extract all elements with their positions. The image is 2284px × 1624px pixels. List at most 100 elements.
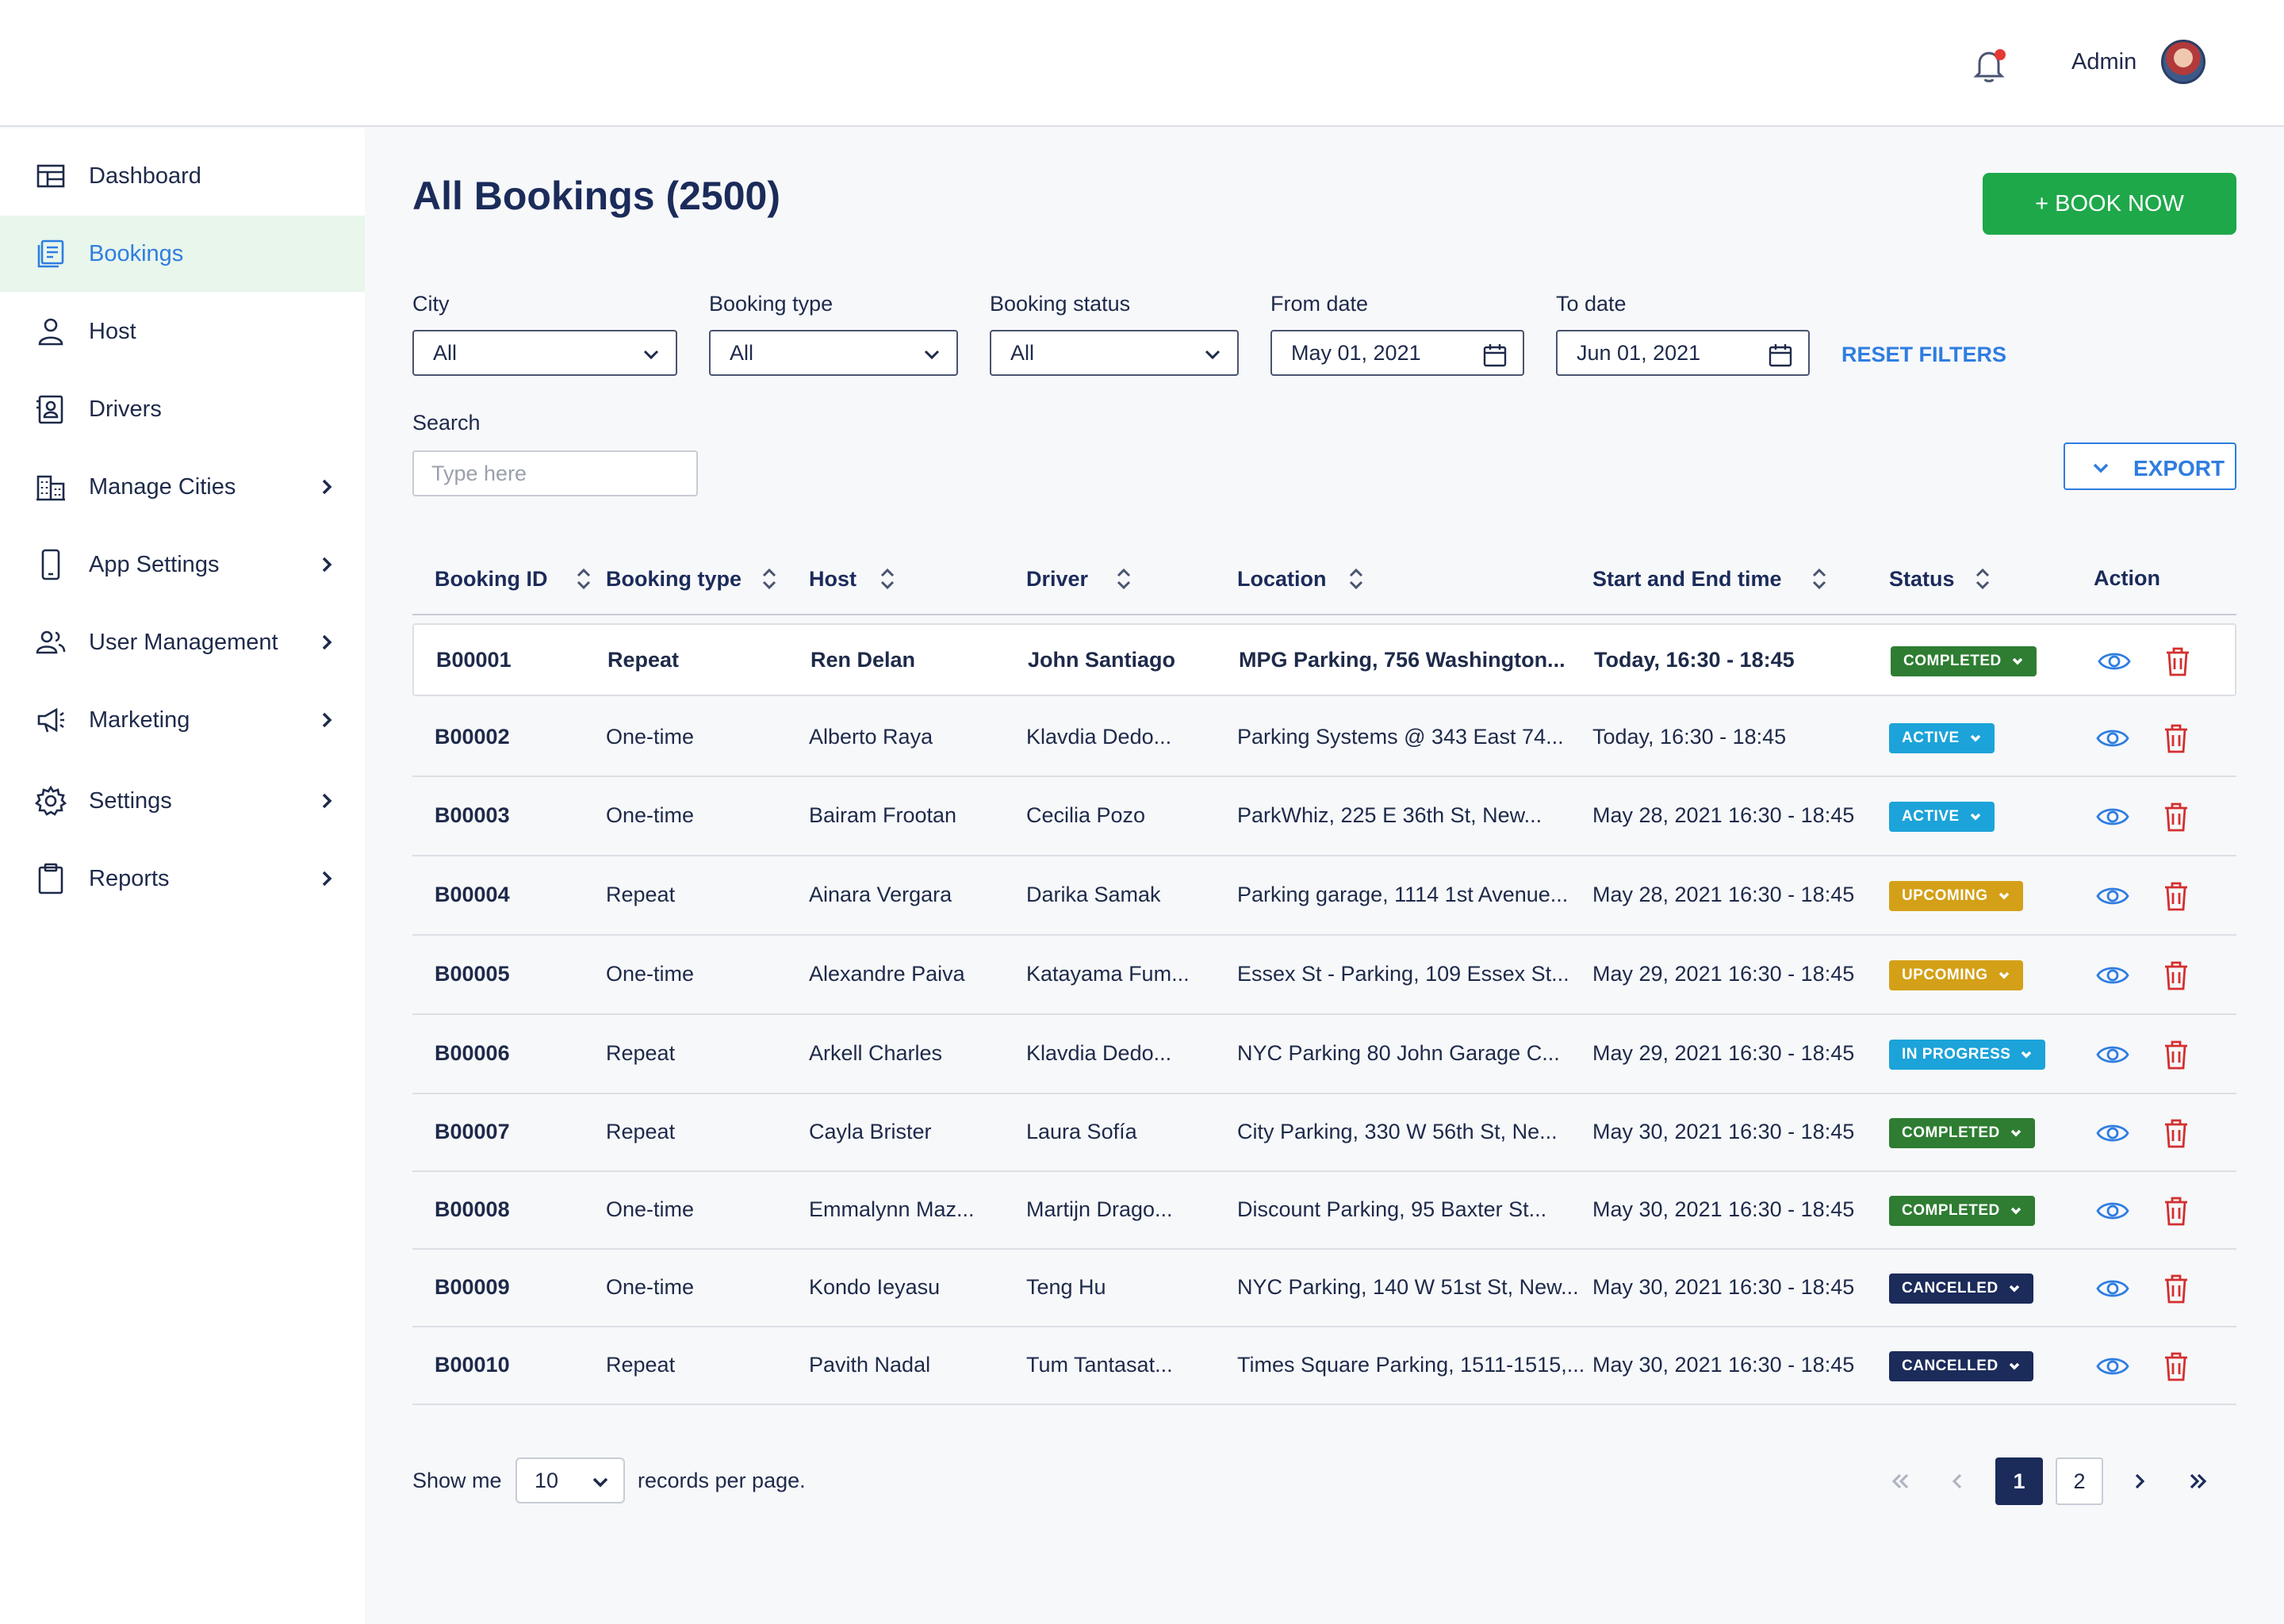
status-badge[interactable]: CANCELLED xyxy=(1889,1274,2033,1304)
status-badge[interactable]: COMPLETED xyxy=(1889,1118,2035,1148)
table-row[interactable]: B00004 Repeat Ainara Vergara Darika Samak Pa… xyxy=(412,856,2236,936)
booking-status-filter-label: Booking status xyxy=(990,292,1131,316)
search-input[interactable] xyxy=(412,450,698,496)
status-badge[interactable]: UPCOMING xyxy=(1889,881,2023,911)
table-row[interactable]: B00008 One-time Emmalynn Maz... Martijn Dra… xyxy=(412,1172,2236,1250)
sidebar-item-user-management[interactable]: User Management xyxy=(0,604,365,680)
eye-icon[interactable] xyxy=(2095,1271,2130,1306)
eye-icon[interactable] xyxy=(2095,879,2130,914)
sidebar-item-host[interactable]: Host xyxy=(0,293,365,370)
sort-icon[interactable] xyxy=(761,566,778,592)
cell-type: Repeat xyxy=(606,883,676,906)
cell-time: May 29, 2021 16:30 - 18:45 xyxy=(1592,962,1855,986)
calendar-icon[interactable] xyxy=(1481,342,1508,369)
sort-icon[interactable] xyxy=(1974,566,1991,592)
column-header-booking-type[interactable]: Booking type xyxy=(606,566,778,592)
trash-icon[interactable] xyxy=(2159,721,2194,756)
sidebar-item-label: Reports xyxy=(89,865,170,891)
sidebar-item-settings[interactable]: Settings xyxy=(0,763,365,839)
per-page-select[interactable]: 10 xyxy=(515,1457,625,1503)
sidebar-item-app-settings[interactable]: App Settings xyxy=(0,527,365,603)
booking-status-select-value: All xyxy=(1010,340,1035,365)
table-row[interactable]: B00001 Repeat Ren Delan John Santiago MPG Pa… xyxy=(412,623,2236,696)
to-date-input[interactable]: Jun 01, 2021 xyxy=(1556,330,1810,376)
megaphone-icon xyxy=(33,703,68,737)
trash-icon[interactable] xyxy=(2159,1349,2194,1384)
table-row[interactable]: B00007 Repeat Cayla Brister Laura Sofía City… xyxy=(412,1094,2236,1172)
eye-icon[interactable] xyxy=(2095,721,2130,756)
column-header-start-and-end-time[interactable]: Start and End time xyxy=(1592,566,1828,592)
first-page-button[interactable] xyxy=(1876,1457,1924,1505)
status-badge[interactable]: COMPLETED xyxy=(1891,646,2037,676)
sort-icon[interactable] xyxy=(1347,566,1365,592)
from-date-input[interactable]: May 01, 2021 xyxy=(1270,330,1524,376)
table-row[interactable]: B00006 Repeat Arkell Charles Klavdia Dedo..… xyxy=(412,1015,2236,1094)
table-row[interactable]: B00002 One-time Alberto Raya Klavdia Dedo..… xyxy=(412,699,2236,777)
sidebar-item-drivers[interactable]: Drivers xyxy=(0,371,365,447)
sidebar-item-dashboard[interactable]: Dashboard xyxy=(0,138,365,214)
table-row[interactable]: B00009 One-time Kondo Ieyasu Teng Hu NYC Par… xyxy=(412,1250,2236,1327)
trash-icon[interactable] xyxy=(2159,1193,2194,1228)
column-header-driver[interactable]: Driver xyxy=(1026,566,1132,592)
trash-icon[interactable] xyxy=(2160,644,2195,679)
next-page-button[interactable] xyxy=(2116,1457,2163,1505)
user-name[interactable]: Admin xyxy=(2071,49,2136,75)
sort-icon[interactable] xyxy=(879,566,896,592)
cell-location: MPG Parking, 756 Washington... xyxy=(1239,648,1565,672)
sidebar-item-bookings[interactable]: Bookings xyxy=(0,216,365,292)
sort-icon[interactable] xyxy=(1115,566,1132,592)
prev-page-button[interactable] xyxy=(1933,1457,1981,1505)
table-row[interactable]: B00010 Repeat Pavith Nadal Tum Tantasat... T… xyxy=(412,1327,2236,1405)
status-badge-label: COMPLETED xyxy=(1902,1124,2000,1141)
trash-icon[interactable] xyxy=(2159,879,2194,914)
eye-icon[interactable] xyxy=(2095,1193,2130,1228)
sidebar-item-label: App Settings xyxy=(89,551,220,577)
table-row[interactable]: B00003 One-time Bairam Frootan Cecilia Pozo… xyxy=(412,777,2236,856)
cell-id: B00008 xyxy=(435,1197,510,1221)
trash-icon[interactable] xyxy=(2159,799,2194,834)
table-row[interactable]: B00005 One-time Alexandre Paiva Katayama Fu… xyxy=(412,936,2236,1015)
sidebar-item-manage-cities[interactable]: Manage Cities xyxy=(0,449,365,525)
double-chevron-right-icon xyxy=(2190,1473,2207,1489)
column-header-location[interactable]: Location xyxy=(1237,566,1365,592)
top-bar: Admin xyxy=(0,0,2284,127)
page-button-2[interactable]: 2 xyxy=(2056,1457,2103,1505)
sidebar-item-marketing[interactable]: Marketing xyxy=(0,682,365,758)
page-button-1[interactable]: 1 xyxy=(1995,1457,2043,1505)
avatar[interactable] xyxy=(2161,40,2205,84)
trash-icon[interactable] xyxy=(2159,1116,2194,1151)
export-button[interactable]: EXPORT xyxy=(2064,442,2236,490)
status-badge[interactable]: COMPLETED xyxy=(1889,1196,2035,1226)
sort-icon[interactable] xyxy=(575,566,592,592)
eye-icon[interactable] xyxy=(2095,1116,2130,1151)
trash-icon[interactable] xyxy=(2159,958,2194,993)
eye-icon[interactable] xyxy=(2097,644,2132,679)
booking-status-select[interactable]: All xyxy=(990,330,1239,376)
sort-icon[interactable] xyxy=(1811,566,1828,592)
column-header-host[interactable]: Host xyxy=(809,566,896,592)
reset-filters-link[interactable]: RESET FILTERS xyxy=(1841,343,2006,367)
column-header-status[interactable]: Status xyxy=(1889,566,1991,592)
status-badge[interactable]: IN PROGRESS xyxy=(1889,1040,2046,1070)
trash-icon[interactable] xyxy=(2159,1037,2194,1072)
cell-location: NYC Parking 80 John Garage C... xyxy=(1237,1041,1560,1065)
trash-icon[interactable] xyxy=(2159,1271,2194,1306)
status-badge-label: COMPLETED xyxy=(1902,1202,2000,1219)
eye-icon[interactable] xyxy=(2095,1037,2130,1072)
column-header-booking-id[interactable]: Booking ID xyxy=(435,566,592,592)
status-badge[interactable]: ACTIVE xyxy=(1889,802,1995,832)
eye-icon[interactable] xyxy=(2095,799,2130,834)
eye-icon[interactable] xyxy=(2095,1349,2130,1384)
cell-id: B00009 xyxy=(435,1275,510,1299)
eye-icon[interactable] xyxy=(2095,958,2130,993)
sidebar-item-reports[interactable]: Reports xyxy=(0,841,365,917)
status-badge[interactable]: UPCOMING xyxy=(1889,960,2023,990)
status-badge[interactable]: ACTIVE xyxy=(1889,723,1995,753)
calendar-icon[interactable] xyxy=(1767,342,1794,369)
book-now-button[interactable]: + BOOK NOW xyxy=(1983,173,2236,235)
booking-type-select[interactable]: All xyxy=(709,330,958,376)
to-date-label: To date xyxy=(1556,292,1627,316)
last-page-button[interactable] xyxy=(2175,1457,2222,1505)
city-select[interactable]: All xyxy=(412,330,677,376)
status-badge[interactable]: CANCELLED xyxy=(1889,1351,2033,1381)
